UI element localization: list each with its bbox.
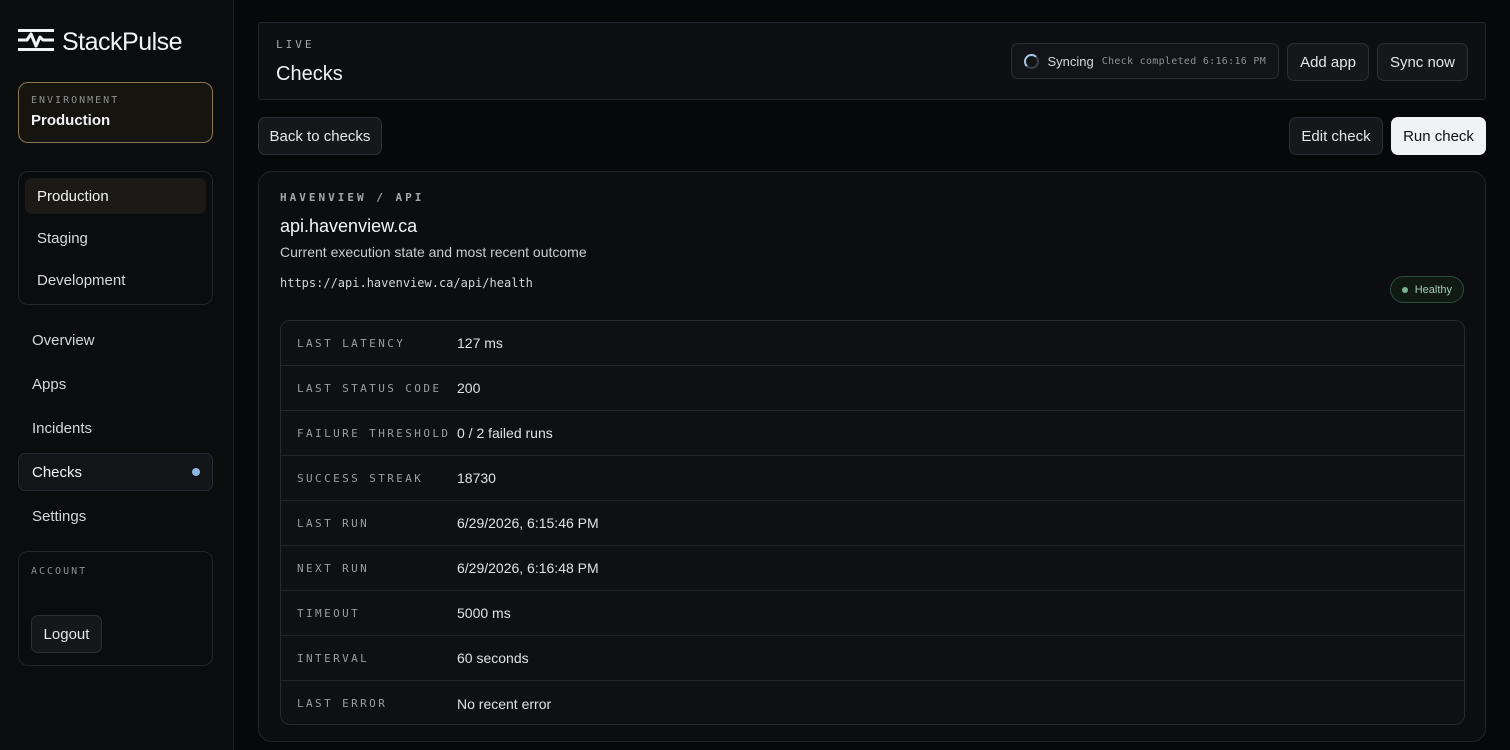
main-nav: Overview Apps Incidents Checks Settings	[18, 321, 213, 541]
table-row: INTERVAL 60 seconds	[281, 636, 1464, 681]
nav-item-apps[interactable]: Apps	[18, 365, 213, 403]
active-indicator-dot	[192, 468, 200, 476]
detail-value: 60 seconds	[457, 650, 529, 666]
brand-name: StackPulse	[62, 27, 183, 56]
detail-key: NEXT RUN	[297, 561, 370, 575]
nav-item-label: Apps	[32, 375, 67, 393]
status-dot-icon	[1401, 286, 1408, 293]
check-url: https://api.havenview.ca/api/health	[280, 276, 533, 290]
detail-key: LAST RUN	[297, 516, 370, 530]
nav-item-label: Incidents	[32, 419, 93, 437]
header-actions: Syncing Check completed 6:16:16 PM Add a…	[1011, 43, 1468, 81]
account-label: ACCOUNT	[31, 566, 88, 577]
sync-status: Syncing Check completed 6:16:16 PM	[1011, 43, 1280, 79]
nav-item-label: Checks	[32, 463, 83, 481]
env-option-development[interactable]: Development	[25, 262, 206, 298]
table-row: TIMEOUT 5000 ms	[281, 591, 1464, 636]
detail-key: FAILURE THRESHOLD	[297, 426, 451, 440]
run-check-button[interactable]: Run check	[1391, 117, 1486, 155]
table-row: LAST RUN 6/29/2026, 6:15:46 PM	[281, 501, 1464, 546]
detail-key: SUCCESS STREAK	[297, 471, 424, 485]
nav-item-label: Settings	[32, 507, 87, 525]
account-panel: ACCOUNT Logout	[18, 551, 213, 666]
detail-value: 6/29/2026, 6:16:48 PM	[457, 560, 599, 576]
environment-selector[interactable]: ENVIRONMENT Production	[18, 82, 213, 143]
sync-label: Syncing	[1047, 53, 1094, 69]
table-row: NEXT RUN 6/29/2026, 6:16:48 PM	[281, 546, 1464, 591]
check-detail-card: HAVENVIEW / API api.havenview.ca Current…	[258, 171, 1486, 742]
nav-item-overview[interactable]: Overview	[18, 321, 213, 359]
environment-label: ENVIRONMENT	[31, 95, 120, 106]
spinner-icon	[1024, 53, 1040, 69]
detail-value: 0 / 2 failed runs	[457, 425, 553, 441]
header-eyebrow: LIVE	[276, 38, 315, 51]
detail-value: 6/29/2026, 6:15:46 PM	[457, 515, 599, 531]
detail-key: INTERVAL	[297, 651, 370, 665]
add-app-button[interactable]: Add app	[1287, 43, 1369, 81]
status-badge: Healthy	[1389, 276, 1464, 303]
pulse-logo-icon	[18, 28, 54, 57]
edit-check-button[interactable]: Edit check	[1289, 117, 1383, 155]
detail-value: 18730	[457, 470, 496, 486]
table-row: LAST STATUS CODE 200	[281, 366, 1464, 411]
page-header: LIVE Checks Syncing Check completed 6:16…	[258, 22, 1486, 100]
detail-key: LAST LATENCY	[297, 336, 406, 350]
table-row: FAILURE THRESHOLD 0 / 2 failed runs	[281, 411, 1464, 456]
detail-value: No recent error	[457, 695, 552, 712]
detail-value: 127 ms	[457, 335, 503, 351]
page-title: Checks	[276, 63, 343, 85]
nav-item-settings[interactable]: Settings	[18, 497, 213, 535]
detail-value: 200	[457, 380, 481, 396]
table-row: LAST LATENCY 127 ms	[281, 321, 1464, 366]
logout-button[interactable]: Logout	[31, 615, 102, 653]
nav-item-label: Overview	[32, 331, 95, 349]
nav-item-checks[interactable]: Checks	[18, 453, 213, 491]
environment-value: Production	[31, 112, 111, 129]
status-badge-label: Healthy	[1414, 283, 1452, 296]
sync-detail: Check completed 6:16:16 PM	[1101, 55, 1267, 67]
environment-list: Production Staging Development	[18, 171, 213, 305]
table-row: LAST ERROR No recent error	[281, 681, 1464, 724]
detail-key: TIMEOUT	[297, 606, 361, 620]
table-row: SUCCESS STREAK 18730	[281, 456, 1464, 501]
detail-key: LAST STATUS CODE	[297, 381, 442, 395]
check-title: api.havenview.ca	[280, 216, 418, 236]
check-details-table: LAST LATENCY 127 ms LAST STATUS CODE 200…	[280, 320, 1465, 725]
sync-now-button[interactable]: Sync now	[1376, 43, 1468, 81]
nav-item-incidents[interactable]: Incidents	[18, 409, 213, 447]
check-breadcrumb: HAVENVIEW / API	[280, 191, 425, 204]
sidebar: StackPulse ENVIRONMENT Production Produc…	[0, 0, 234, 750]
brand[interactable]: StackPulse	[18, 27, 183, 57]
detail-key: LAST ERROR	[297, 697, 388, 710]
env-option-production[interactable]: Production	[25, 178, 206, 214]
detail-value: 5000 ms	[457, 605, 511, 621]
back-to-checks-button[interactable]: Back to checks	[258, 117, 382, 155]
check-description: Current execution state and most recent …	[280, 244, 587, 260]
env-option-staging[interactable]: Staging	[25, 220, 206, 256]
